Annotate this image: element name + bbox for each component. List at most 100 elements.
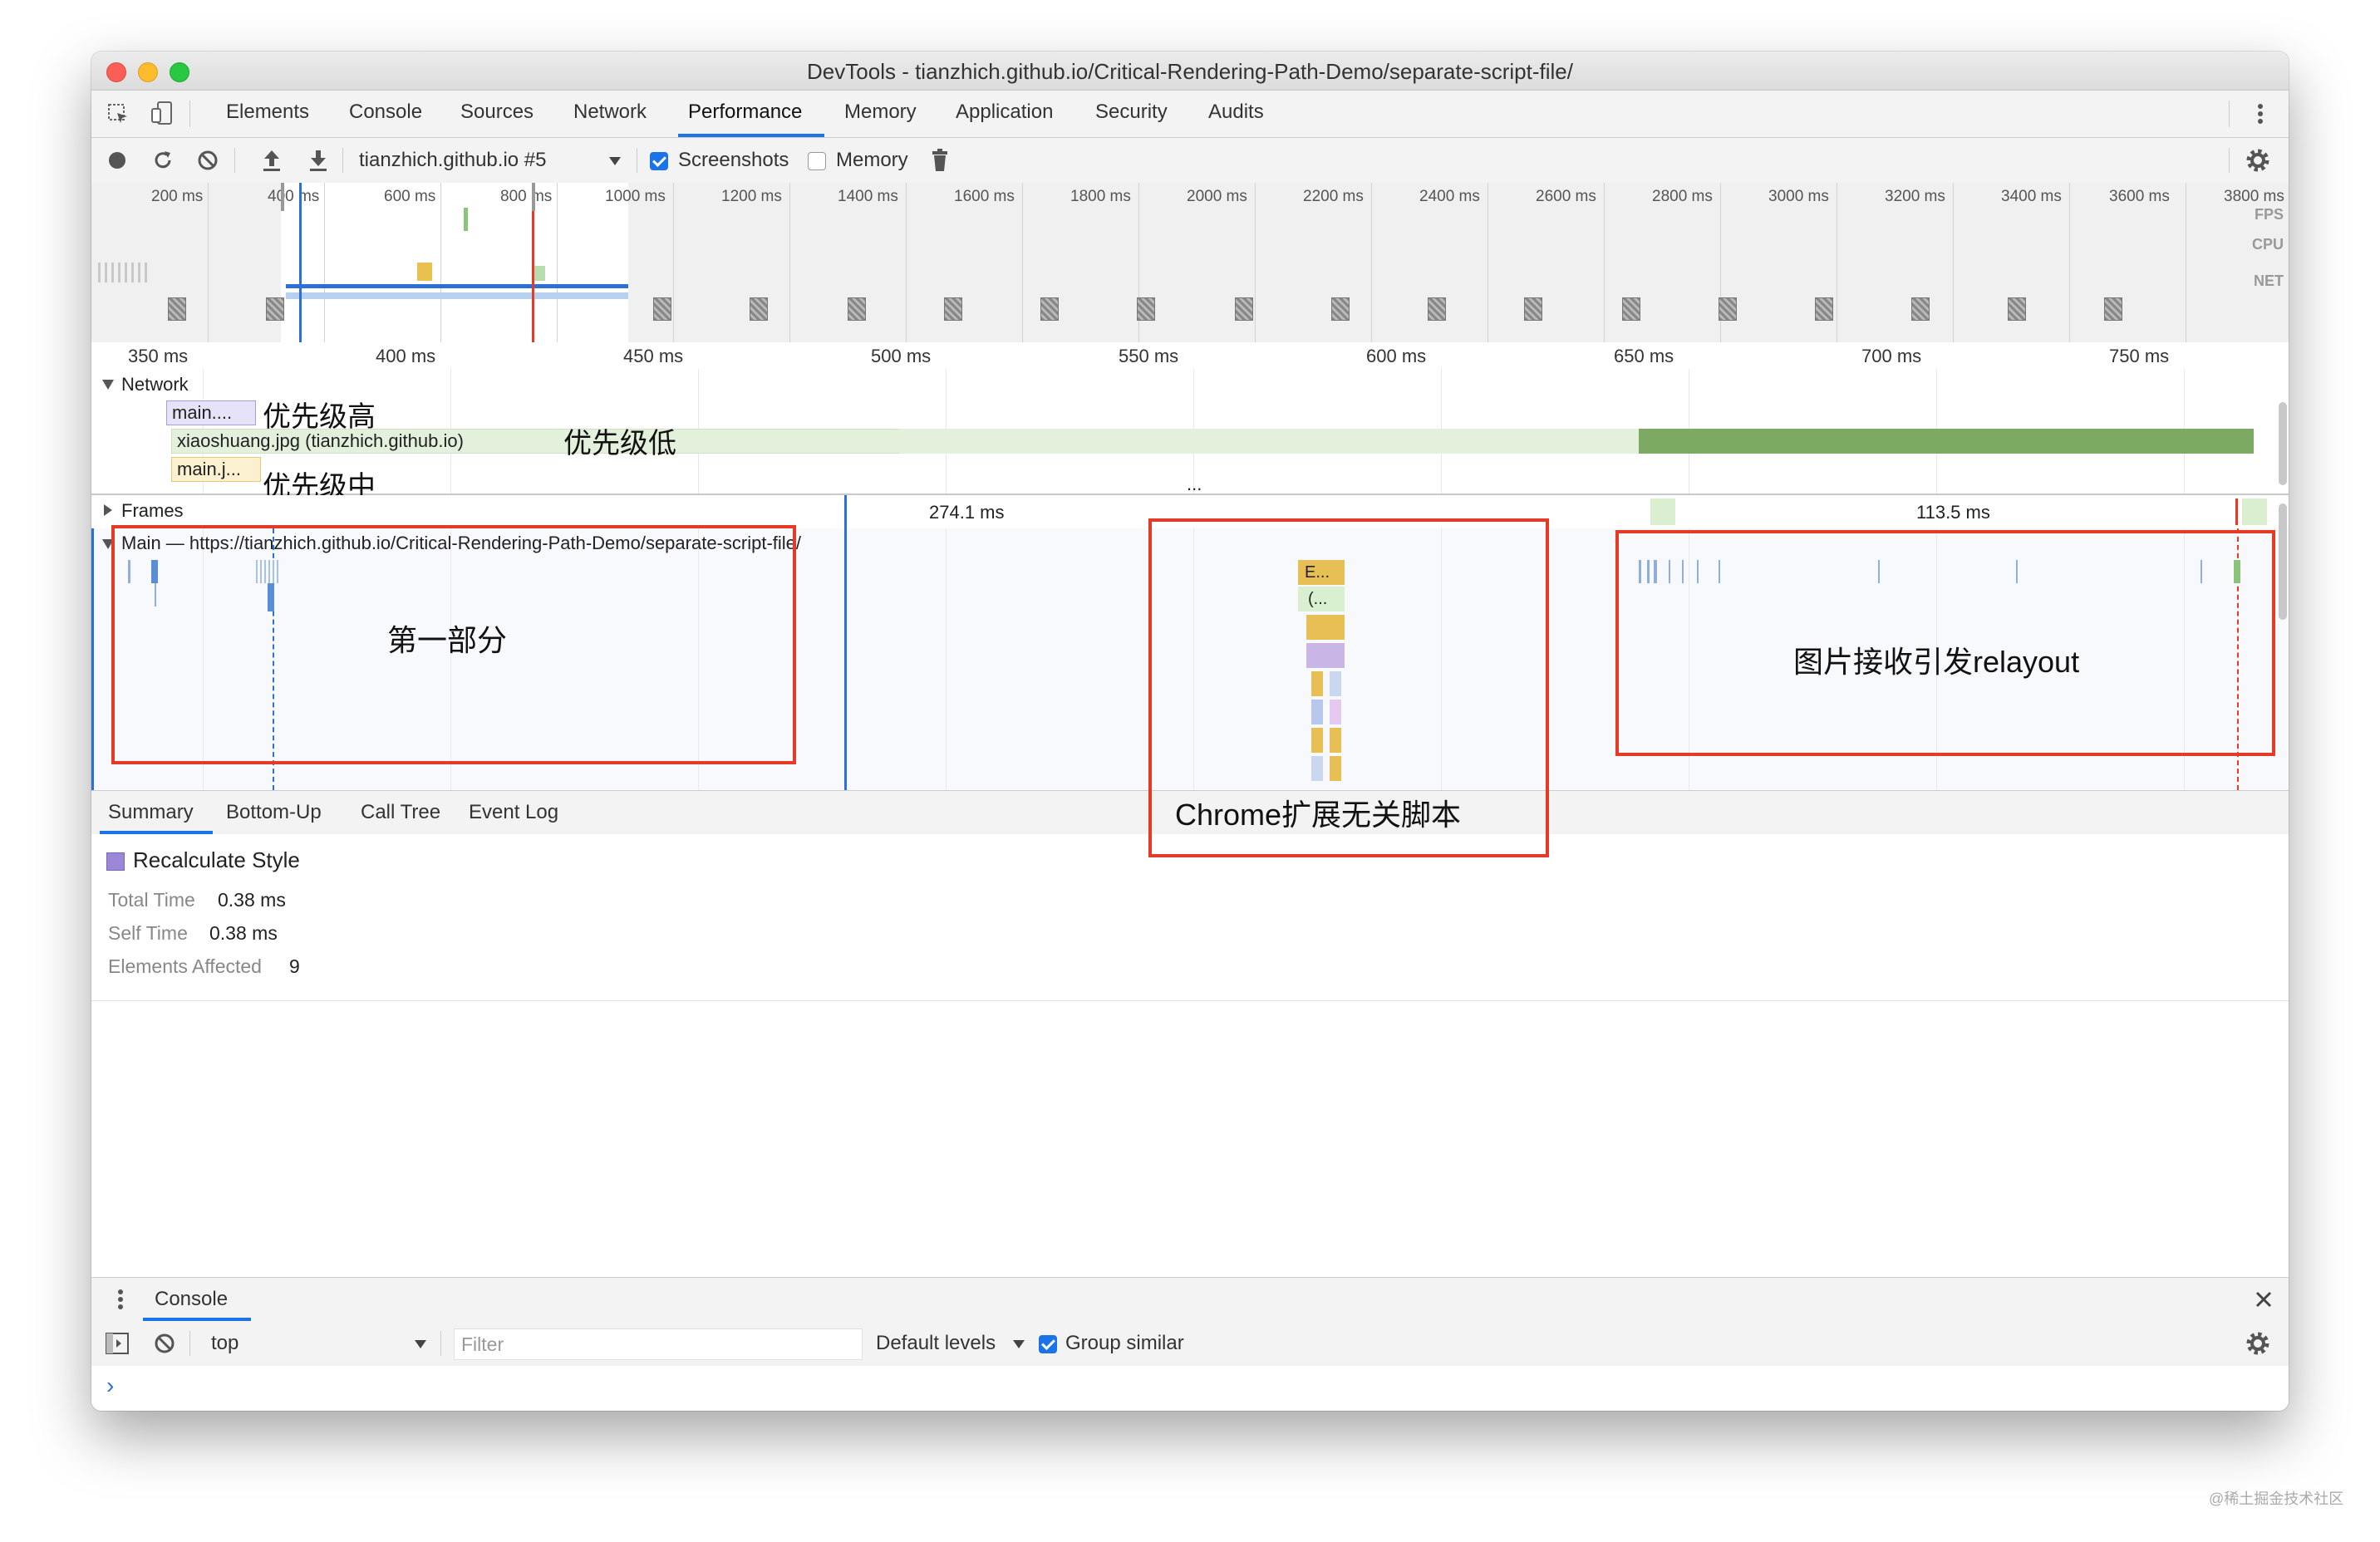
overview-tick-label: 2600 ms	[1536, 188, 1596, 205]
console-settings-gear-icon[interactable]	[2245, 1331, 2270, 1356]
tab-application[interactable]: Application	[956, 101, 1053, 124]
tab-elements[interactable]: Elements	[226, 101, 309, 124]
chevron-down-icon[interactable]	[608, 156, 622, 166]
screenshot-thumbnail[interactable]	[266, 297, 284, 321]
reload-record-icon[interactable]	[151, 149, 175, 172]
divider	[440, 1331, 441, 1356]
divider	[189, 1331, 190, 1356]
profile-select[interactable]: tianzhich.github.io #5	[359, 149, 547, 172]
screenshot-thumbnail[interactable]	[848, 297, 866, 321]
console-prompt-area[interactable]: ›	[91, 1366, 2289, 1411]
ruler-label: 550 ms	[1119, 346, 1179, 366]
inspect-element-icon[interactable]	[106, 102, 130, 125]
fps-label: FPS	[2254, 206, 2284, 223]
frame-duration-2[interactable]: 113.5 ms	[1916, 502, 1990, 523]
memory-checkbox[interactable]	[808, 152, 826, 170]
record-icon[interactable]	[106, 150, 128, 171]
overview-selection-window[interactable]	[281, 183, 628, 342]
tab-event-log[interactable]: Event Log	[469, 801, 558, 824]
selection-handle-right[interactable]	[532, 183, 535, 211]
devtools-window: DevTools - tianzhich.github.io/Critical-…	[91, 52, 2289, 1411]
screenshot-thumbnail[interactable]	[1235, 297, 1253, 321]
selection-start	[91, 528, 94, 790]
log-levels-select[interactable]: Default levels	[876, 1332, 996, 1355]
fps-activity	[464, 208, 468, 231]
timeline-overview[interactable]: 200 ms 400 ms 600 ms 800 ms 1000 ms 1200…	[91, 183, 2289, 343]
total-time-value: 0.38 ms	[218, 889, 286, 911]
screenshot-thumbnail[interactable]	[1137, 297, 1155, 321]
net-activity	[286, 292, 628, 299]
tab-performance[interactable]: Performance	[688, 101, 802, 124]
screenshot-thumbnail[interactable]	[2104, 297, 2122, 321]
console-prompt-icon: ›	[106, 1373, 115, 1398]
screenshots-checkbox[interactable]	[650, 152, 668, 170]
screenshot-thumbnail[interactable]	[168, 297, 186, 321]
network-scrollbar[interactable]	[2279, 402, 2287, 485]
screenshot-thumbnail[interactable]	[944, 297, 962, 321]
close-drawer-icon[interactable]	[2255, 1291, 2272, 1308]
flame-chart-scrollbar[interactable]	[2279, 503, 2287, 620]
screenshot-thumbnail[interactable]	[1719, 297, 1737, 321]
request-image[interactable]: xiaoshuang.jpg (tianzhich.github.io)	[171, 429, 911, 454]
overview-tick-label: 3600 ms	[2109, 188, 2170, 205]
overview-tick-label: 600 ms	[384, 188, 436, 205]
screenshot-thumbnail[interactable]	[1622, 297, 1640, 321]
screenshot-thumbnail[interactable]	[750, 297, 768, 321]
chevron-down-icon[interactable]	[414, 1339, 427, 1349]
show-sidebar-icon[interactable]	[105, 1332, 130, 1355]
capture-settings-gear-icon[interactable]	[2245, 148, 2270, 173]
annotation-relayout: 图片接收引发relayout	[1793, 645, 2080, 679]
more-options-icon[interactable]	[2255, 102, 2265, 125]
frames-track-label: Frames	[121, 500, 184, 521]
tab-security[interactable]: Security	[1095, 101, 1168, 124]
tab-console-drawer[interactable]: Console	[155, 1288, 228, 1311]
event-title: Recalculate Style	[133, 847, 300, 872]
tab-audits[interactable]: Audits	[1208, 101, 1264, 124]
title-bar: DevTools - tianzhich.github.io/Critical-…	[91, 52, 2289, 91]
performance-toolbar: tianzhich.github.io #5 Screenshots Memor…	[91, 138, 2289, 184]
request-main-html[interactable]: main....	[166, 400, 256, 425]
frame-block[interactable]	[2242, 498, 2267, 525]
memory-label: Memory	[836, 149, 908, 171]
load-profile-icon[interactable]	[261, 148, 283, 173]
dom-content-loaded-marker	[844, 495, 847, 790]
save-profile-icon[interactable]	[307, 148, 329, 173]
tab-summary[interactable]: Summary	[108, 801, 194, 824]
tab-sources[interactable]: Sources	[460, 101, 534, 124]
chevron-down-icon[interactable]	[1012, 1339, 1025, 1349]
expand-triangle-icon[interactable]	[101, 379, 115, 390]
tab-call-tree[interactable]: Call Tree	[361, 801, 440, 824]
group-similar-checkbox[interactable]	[1039, 1335, 1057, 1353]
frame-duration-1[interactable]: 274.1 ms	[929, 502, 1005, 523]
frame-block[interactable]	[1650, 498, 1675, 525]
track-resize-handle[interactable]: ...	[1187, 474, 1202, 495]
clear-icon[interactable]	[196, 149, 219, 172]
selection-handle-left[interactable]	[281, 183, 284, 211]
screenshot-thumbnail[interactable]	[1331, 297, 1350, 321]
console-filter-input[interactable]: Filter	[454, 1328, 863, 1360]
group-similar-label: Group similar	[1065, 1332, 1184, 1354]
screenshot-thumbnail[interactable]	[2008, 297, 2026, 321]
screenshot-thumbnail[interactable]	[1428, 297, 1446, 321]
screenshot-thumbnail[interactable]	[653, 297, 671, 321]
expand-triangle-icon[interactable]	[103, 503, 113, 517]
drawer-menu-icon[interactable]	[116, 1288, 125, 1311]
request-main-js[interactable]: main.j...	[171, 457, 261, 482]
device-toolbar-icon[interactable]	[150, 101, 175, 125]
screenshot-thumbnail[interactable]	[1911, 297, 1930, 321]
screenshot-thumbnail[interactable]	[1815, 297, 1833, 321]
screenshot-thumbnail[interactable]	[1524, 297, 1542, 321]
overview-tick-label: 800 ms	[500, 188, 553, 205]
tab-bottom-up[interactable]: Bottom-Up	[226, 801, 322, 824]
overview-tick-label: 3200 ms	[1885, 188, 1945, 205]
clear-console-icon[interactable]	[153, 1332, 176, 1355]
overview-tick-label: 1000 ms	[605, 188, 666, 205]
tab-network[interactable]: Network	[573, 101, 647, 124]
tab-memory[interactable]: Memory	[844, 101, 917, 124]
collect-garbage-icon[interactable]	[931, 148, 949, 173]
screenshot-thumbnail[interactable]	[1040, 297, 1059, 321]
execution-context-select[interactable]: top	[211, 1332, 238, 1355]
tab-console[interactable]: Console	[349, 101, 422, 124]
summary-panel: Recalculate Style Total Time 0.38 ms Sel…	[91, 834, 2289, 1001]
overview-tick-label: 2000 ms	[1187, 188, 1247, 205]
